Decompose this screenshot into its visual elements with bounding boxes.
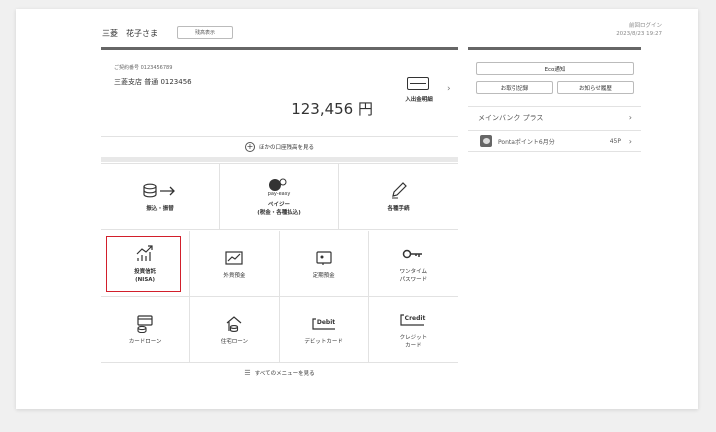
menu-foreign-deposit[interactable]: 外貨預金: [190, 231, 280, 296]
chevron-right-icon: ›: [628, 136, 632, 146]
menu-payeasy[interactable]: pay-easy ペイジー (税金・各種払込): [220, 164, 339, 229]
statement-label: 入出金明細: [405, 97, 433, 103]
side-top-border: [468, 47, 641, 50]
menu-housing-loan[interactable]: 住宅ローン: [190, 297, 280, 362]
other-accounts-link[interactable]: + ほかの口座残高を見る: [101, 136, 458, 156]
credit-badge: Credit: [405, 315, 426, 322]
menu-time-deposit[interactable]: 定期預金: [279, 231, 369, 296]
menu-procedures[interactable]: 各種手続: [339, 164, 458, 229]
other-accounts-label: ほかの口座残高を見る: [258, 144, 314, 151]
ponta-icon: [480, 135, 492, 147]
credit-card-icon: Credit: [398, 310, 428, 330]
payeasy-badge: pay-easy: [268, 191, 291, 197]
mainbank-plus-link[interactable]: メインバンク プラス ›: [468, 106, 641, 128]
last-login: 前回ログイン 2023/8/23 19:27: [616, 22, 662, 38]
ponta-label: Pontaポイント6月分: [498, 138, 555, 146]
hide-balance-button[interactable]: 残高表示: [177, 26, 233, 39]
ponta-points: 45P: [609, 137, 621, 145]
all-menu-label: すべてのメニューを見る: [254, 371, 315, 377]
last-login-time: 2023/8/23 19:27: [616, 31, 662, 37]
hamburger-icon: ☰: [244, 369, 251, 377]
house-coin-icon: [224, 314, 244, 334]
menu-foreign-deposit-label: 外貨預金: [223, 272, 246, 279]
all-menu-link[interactable]: ☰ すべてのメニューを見る: [101, 361, 458, 385]
menu-credit-card-label: クレジット カード: [399, 334, 428, 349]
passbook-icon: [314, 248, 334, 268]
transaction-history-button[interactable]: お取引記録: [476, 81, 553, 94]
chevron-right-icon: ›: [628, 113, 632, 122]
line-chart-icon: [224, 248, 244, 268]
card-coin-icon: [135, 314, 155, 334]
selection-highlight: [106, 236, 181, 292]
menu-onetime-password[interactable]: ワンタイム パスワード: [368, 231, 458, 296]
mainbank-plus-label: メインバンク プラス: [478, 113, 544, 122]
menu-payeasy-label: ペイジー (税金・各種払込): [257, 201, 301, 216]
statement-icon: [407, 77, 429, 90]
menu-transfer-label: 振込・振替: [146, 205, 174, 212]
payeasy-icon: pay-easy: [266, 177, 292, 197]
account-summary[interactable]: ご契約番号 0123456789 三菱支店 普通 0123456 123,456…: [101, 52, 458, 130]
ponta-points-link[interactable]: Pontaポイント6月分 45P ›: [468, 130, 641, 152]
pencil-icon: [389, 181, 409, 201]
menu-debit-card[interactable]: Debit デビットカード: [279, 297, 369, 362]
menu-row-bottom: カードローン 住宅ローン Debit デビットカード Credit クレジット …: [101, 297, 458, 363]
menu-row-top: 振込・振替 pay-easy ペイジー (税金・各種払込) 各種手続: [101, 163, 458, 230]
menu-card-loan[interactable]: カードローン: [101, 297, 191, 362]
debit-badge: Debit: [316, 319, 334, 326]
key-icon: [402, 244, 424, 264]
account-branch: 三菱支店 普通 0123456: [114, 78, 192, 86]
coins-arrow-icon: [143, 181, 177, 201]
chevron-right-icon: ›: [447, 84, 451, 94]
account-balance: 123,456 円: [291, 100, 373, 118]
menu-procedures-label: 各種手続: [387, 205, 410, 212]
section-divider: [101, 157, 458, 162]
main-top-border: [101, 47, 458, 50]
debit-card-icon: Debit: [310, 314, 338, 334]
customer-number: ご契約番号 0123456789: [114, 65, 173, 71]
last-login-label: 前回ログイン: [628, 23, 662, 29]
menu-housing-loan-label: 住宅ローン: [220, 338, 248, 345]
user-greeting: 三菱 花子さま: [102, 29, 158, 38]
menu-transfer[interactable]: 振込・振替: [101, 164, 220, 229]
menu-credit-card[interactable]: Credit クレジット カード: [368, 297, 458, 362]
plus-circle-icon: +: [244, 141, 255, 152]
menu-time-deposit-label: 定期預金: [312, 272, 335, 279]
eco-notice-button[interactable]: Eco通知: [476, 62, 634, 75]
menu-card-loan-label: カードローン: [128, 338, 162, 345]
menu-debit-card-label: デビットカード: [304, 338, 343, 345]
notice-history-button[interactable]: お知らせ履歴: [557, 81, 634, 94]
menu-onetime-password-label: ワンタイム パスワード: [399, 268, 428, 283]
